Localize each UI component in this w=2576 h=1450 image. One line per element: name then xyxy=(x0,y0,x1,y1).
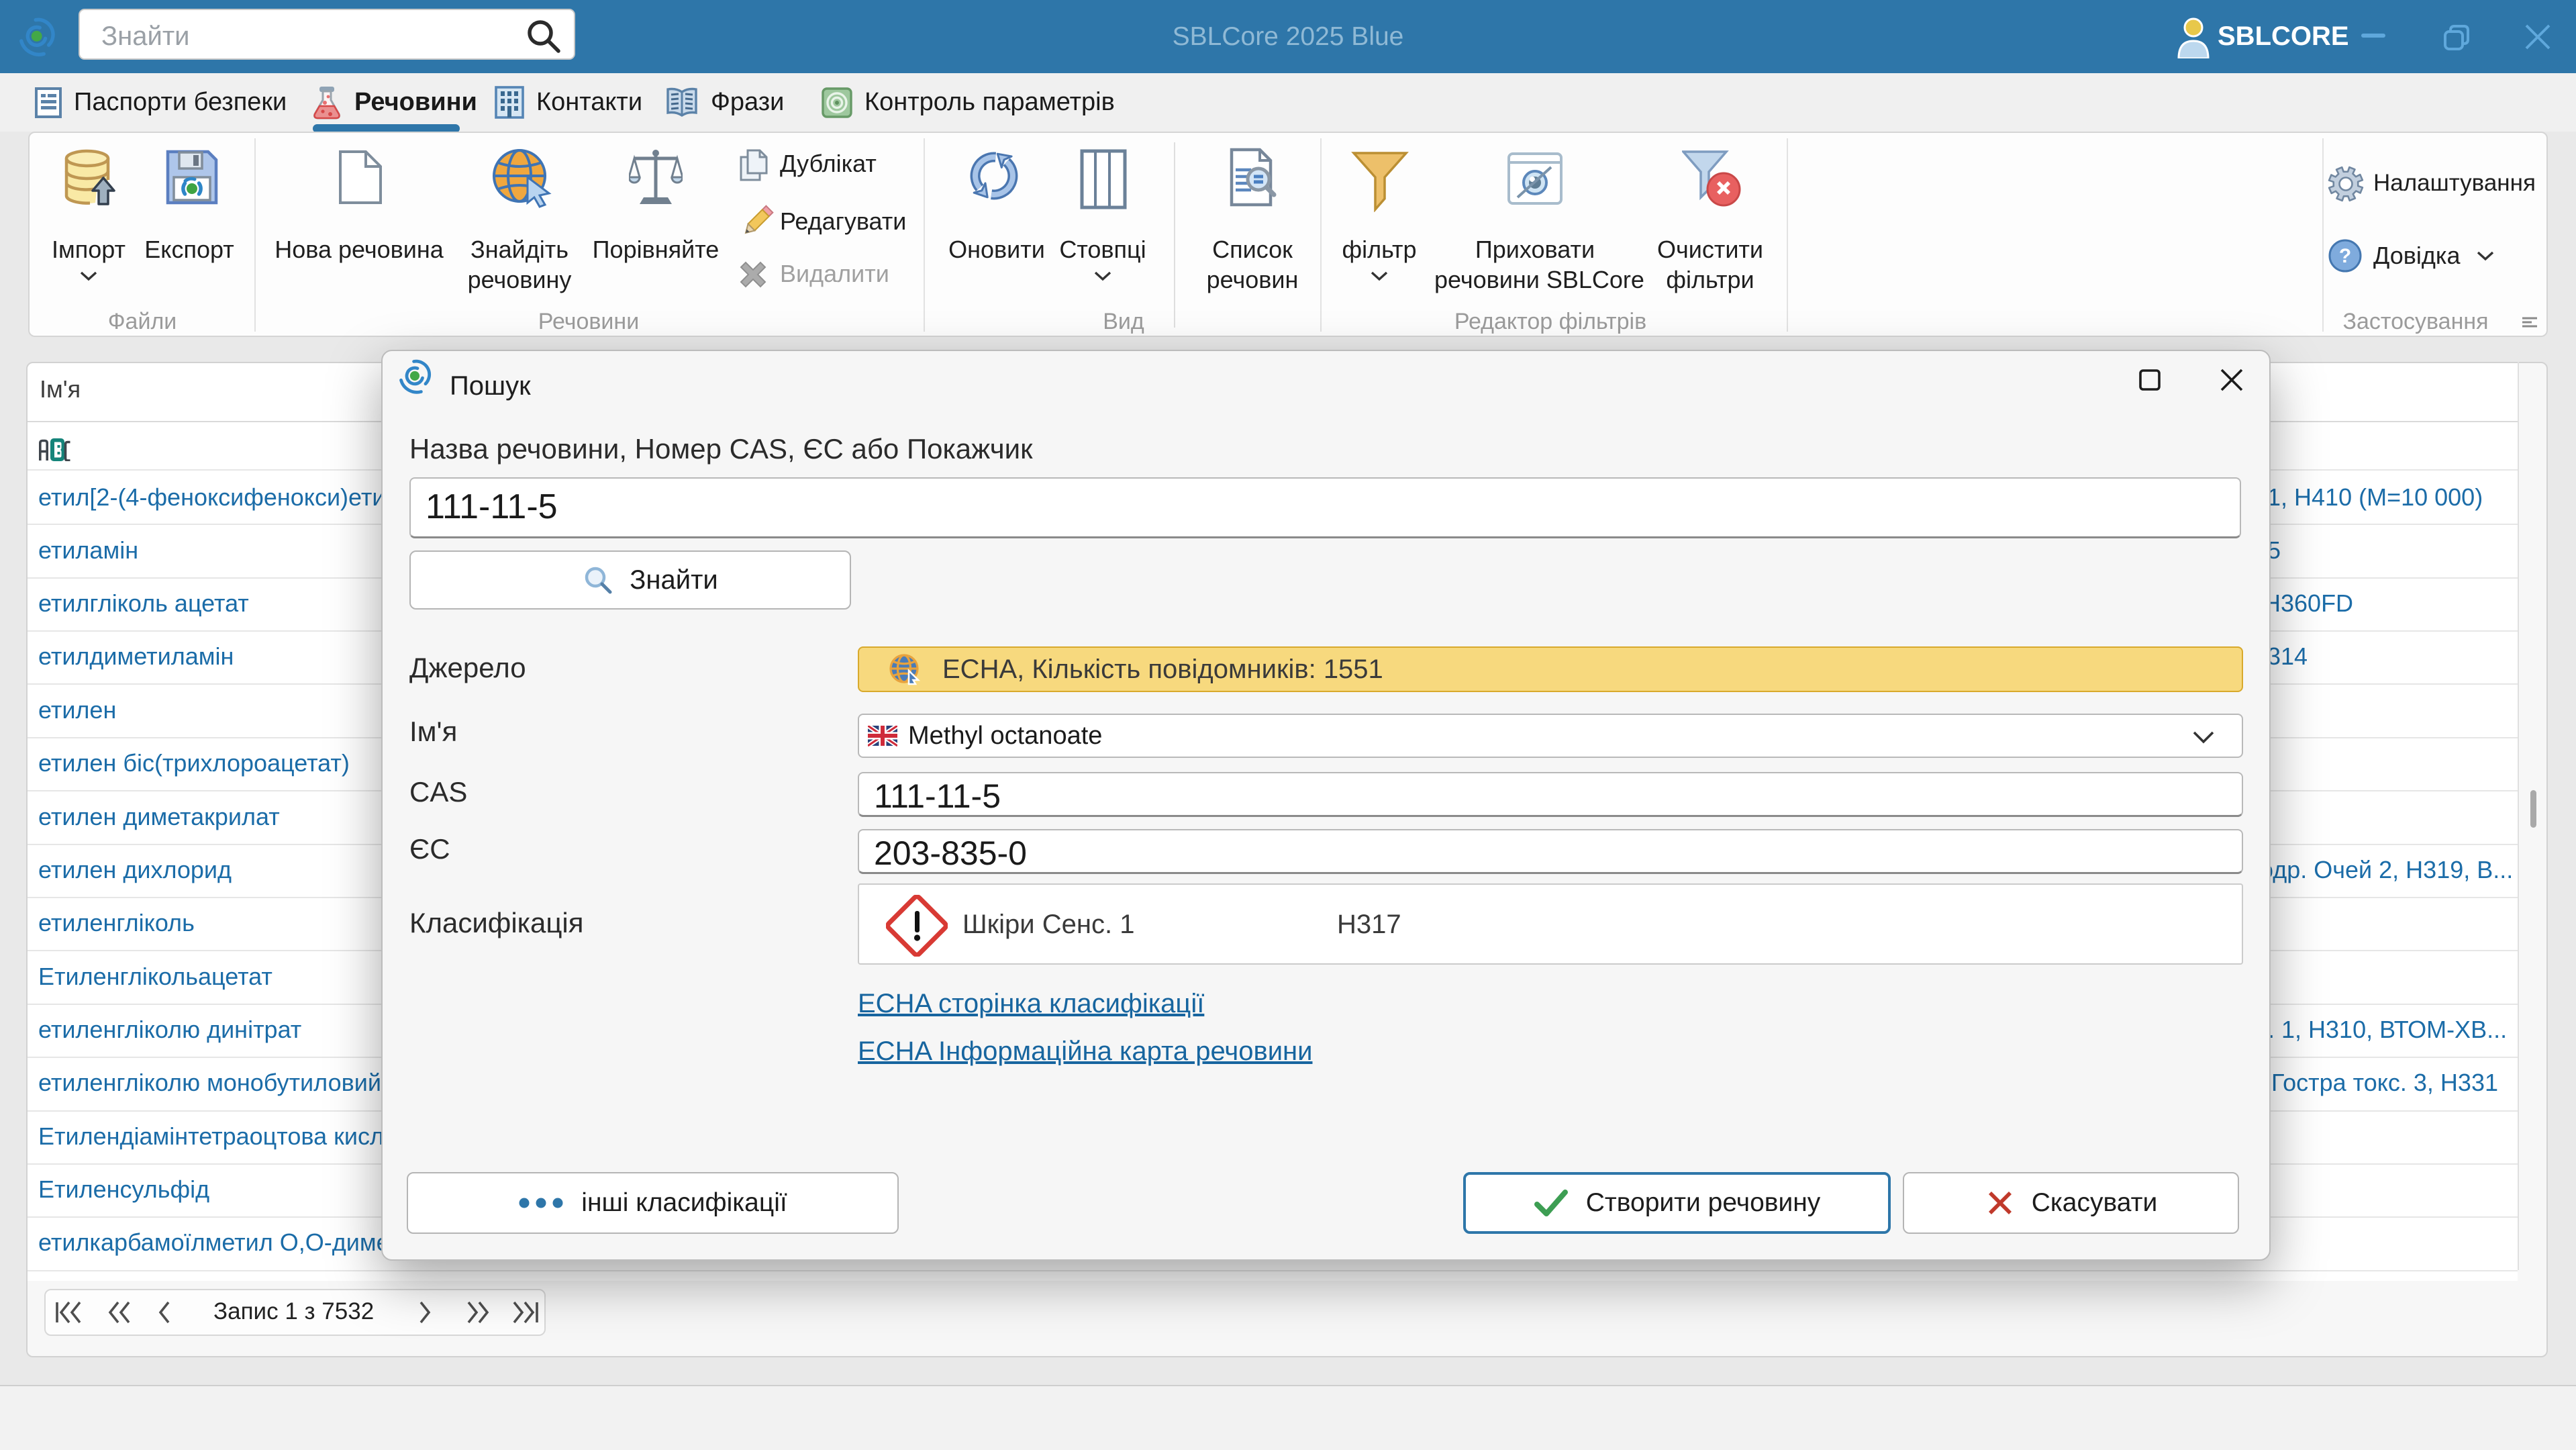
svg-text:?: ? xyxy=(2339,245,2351,267)
